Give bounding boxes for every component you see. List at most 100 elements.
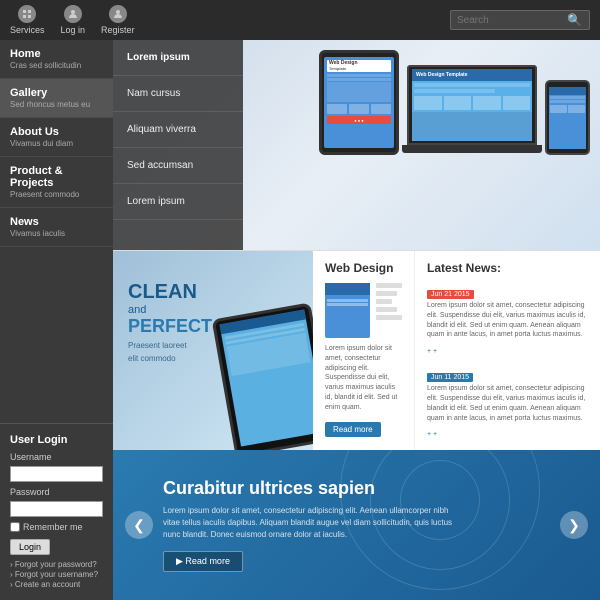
- register-icon: [109, 5, 127, 23]
- news-text-0: Lorem ipsum dolor sit amet, consectetur …: [427, 301, 588, 340]
- dropdown-menu: Lorem ipsum Nam cursus Aliquam viverra S…: [113, 40, 243, 250]
- news-more-1[interactable]: + +: [427, 431, 437, 438]
- banner-read-more-button[interactable]: ▶ Read more: [163, 551, 243, 572]
- remember-row: Remember me: [10, 522, 103, 532]
- sidebar: Home Cras sed sollicitudin Gallery Sed r…: [0, 40, 113, 600]
- news-date-badge-1: Jun 11 2015: [427, 373, 473, 382]
- forgot-password-link[interactable]: Forgot your password?: [10, 560, 103, 569]
- banner-arrow-right[interactable]: ❯: [560, 511, 588, 539]
- create-account-link[interactable]: Create an account: [10, 580, 103, 589]
- web-design-mockup: [325, 283, 402, 338]
- mid-section: CLEAN and PERFECT Praesent laoreet elit …: [113, 250, 600, 450]
- perfect-text: PERFECT: [128, 316, 212, 337]
- dropdown-item-3[interactable]: Sed accumsan: [113, 148, 243, 184]
- news-date-badge-0: Jun 21 2015: [427, 290, 474, 299]
- hero-section: Lorem ipsum Nam cursus Aliquam viverra S…: [113, 40, 600, 250]
- password-label: Password: [10, 487, 103, 497]
- login-button[interactable]: Login: [10, 539, 50, 555]
- sidebar-item-about[interactable]: About Us Vivamus dui diam: [0, 118, 113, 157]
- news-more-0[interactable]: + +: [427, 348, 437, 355]
- user-login-title: User Login: [10, 434, 103, 446]
- forgot-username-link[interactable]: Forgot your username?: [10, 570, 103, 579]
- dropdown-item-0[interactable]: Lorem ipsum: [113, 40, 243, 76]
- and-text: and: [128, 304, 212, 316]
- sidebar-about-sub: Vivamus dui diam: [10, 139, 103, 148]
- username-input[interactable]: [10, 466, 103, 482]
- tablet-content: Web DesignTemplate ● ● ●: [324, 57, 394, 148]
- clean-text: CLEAN: [128, 281, 212, 304]
- login-nav-item[interactable]: Log in: [61, 5, 86, 35]
- banner-text: Lorem ipsum dolor sit amet, consectetur …: [163, 505, 463, 541]
- banner-content: Curabitur ultrices sapien Lorem ipsum do…: [163, 478, 463, 572]
- sidebar-news-title: News: [10, 216, 103, 228]
- mockup-line-2: [376, 291, 397, 296]
- news-item-1: Jun 11 2015 Lorem ipsum dolor sit amet, …: [427, 366, 588, 441]
- services-nav-item[interactable]: Services: [10, 5, 45, 35]
- remember-checkbox[interactable]: [10, 522, 20, 532]
- sidebar-item-gallery[interactable]: Gallery Sed rhoncus metus eu: [0, 79, 113, 118]
- content-area: Lorem ipsum Nam cursus Aliquam viverra S…: [113, 40, 600, 600]
- phone-mockup: [545, 80, 590, 155]
- hand-tablet-screen: [220, 310, 313, 447]
- laptop-screen: Web Design Template: [407, 65, 537, 145]
- sidebar-products-sub: Praesent commodo: [10, 190, 103, 199]
- news-text-1: Lorem ipsum dolor sit amet, consectetur …: [427, 384, 588, 423]
- sub-text-1: Praesent laoreet: [128, 341, 212, 350]
- top-navigation: Services Log in Register 🔍: [0, 0, 600, 40]
- mockup-line-1: [376, 283, 402, 288]
- sidebar-home-sub: Cras sed sollicitudin: [10, 61, 103, 70]
- dropdown-item-4[interactable]: Lorem ipsum: [113, 184, 243, 220]
- laptop-base: [402, 145, 542, 153]
- sidebar-gallery-title: Gallery: [10, 87, 103, 99]
- sub-text-2: elit commodo: [128, 354, 212, 363]
- web-design-area: Web Design: [313, 251, 415, 450]
- banner-title: Curabitur ultrices sapien: [163, 478, 463, 499]
- web-read-more-button[interactable]: Read more: [325, 422, 381, 437]
- dropdown-item-1[interactable]: Nam cursus: [113, 76, 243, 112]
- devices-container: Web DesignTemplate ● ● ●: [319, 50, 590, 155]
- latest-news-title: Latest News:: [427, 261, 588, 275]
- web-design-title: Web Design: [325, 261, 402, 275]
- banner-arrow-left[interactable]: ❮: [125, 511, 153, 539]
- register-label: Register: [101, 25, 135, 35]
- register-nav-item[interactable]: Register: [101, 5, 135, 35]
- remember-label: Remember me: [23, 522, 83, 532]
- tablet-screen: Web DesignTemplate ● ● ●: [324, 57, 394, 148]
- services-label: Services: [10, 25, 45, 35]
- hand-tablet: [212, 302, 313, 450]
- laptop-mockup: Web Design Template: [407, 65, 537, 155]
- sidebar-home-title: Home: [10, 48, 103, 60]
- search-input[interactable]: [457, 15, 567, 26]
- phone-screen: [549, 87, 586, 149]
- main-layout: Home Cras sed sollicitudin Gallery Sed r…: [0, 40, 600, 600]
- login-icon: [64, 5, 82, 23]
- user-login-panel: User Login Username Password Remember me…: [0, 423, 113, 600]
- tablet-hand-text: CLEAN and PERFECT Praesent laoreet elit …: [128, 281, 212, 363]
- login-links: Forgot your password? Forgot your userna…: [10, 560, 103, 589]
- sidebar-about-title: About Us: [10, 126, 103, 138]
- sidebar-products-title: Product & Projects: [10, 165, 103, 189]
- password-input[interactable]: [10, 501, 103, 517]
- sidebar-item-news[interactable]: News Vivamus iaculis: [0, 208, 113, 247]
- sidebar-news-sub: Vivamus iaculis: [10, 229, 103, 238]
- tablet-hand-area: CLEAN and PERFECT Praesent laoreet elit …: [113, 251, 313, 450]
- mockup-blue-block: [325, 283, 370, 338]
- sidebar-item-products[interactable]: Product & Projects Praesent commodo: [0, 157, 113, 208]
- web-design-description: Lorem ipsum dolor sit amet, consectetur …: [325, 344, 402, 413]
- login-label: Log in: [61, 25, 86, 35]
- mockup-text-lines: [376, 283, 402, 338]
- sidebar-spacer: [0, 247, 113, 423]
- sidebar-gallery-sub: Sed rhoncus metus eu: [10, 100, 103, 109]
- laptop-screen-inner: Web Design Template: [412, 69, 532, 141]
- dropdown-item-2[interactable]: Aliquam viverra: [113, 112, 243, 148]
- sidebar-item-home[interactable]: Home Cras sed sollicitudin: [0, 40, 113, 79]
- services-icon: [18, 5, 36, 23]
- username-label: Username: [10, 452, 103, 462]
- news-item-0: Jun 21 2015 Lorem ipsum dolor sit amet, …: [427, 283, 588, 358]
- bottom-banner: ❮ Curabitur ultrices sapien Lorem ipsum …: [113, 450, 600, 600]
- search-icon: 🔍: [567, 13, 582, 27]
- mockup-line-3: [376, 299, 392, 304]
- search-bar[interactable]: 🔍: [450, 10, 590, 30]
- mockup-line-5: [376, 315, 402, 320]
- latest-news-area: Latest News: Jun 21 2015 Lorem ipsum dol…: [415, 251, 600, 450]
